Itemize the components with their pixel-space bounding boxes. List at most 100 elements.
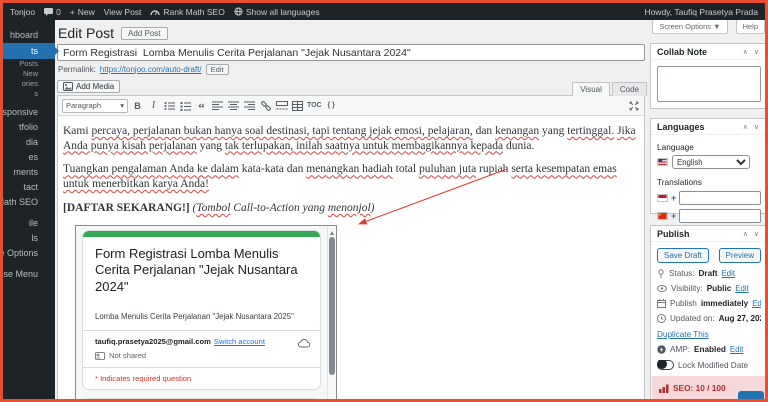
language-select[interactable]: English (672, 155, 750, 169)
amp-label: AMP: (670, 345, 690, 354)
switch-account-link[interactable]: Switch account (214, 337, 265, 346)
publish-button[interactable] (738, 391, 764, 402)
sidebar-item-tags[interactable]: s (3, 89, 55, 99)
publish-title: Publish (657, 229, 690, 239)
sidebar-item-profile[interactable]: ile (3, 216, 55, 231)
sidebar-item-media[interactable]: dia (3, 135, 55, 150)
sidebar-item-contact[interactable]: tact (3, 180, 55, 195)
seo-chart-icon (659, 384, 669, 393)
bulleted-list-button[interactable] (163, 100, 176, 112)
align-left-button[interactable] (211, 100, 224, 112)
us-flag-icon (657, 158, 668, 166)
google-form-page: Form Registrasi Lomba Menulis Cerita Per… (76, 226, 327, 402)
read-more-tag-button[interactable] (275, 100, 288, 112)
screen-options-label: Screen Options (659, 22, 711, 31)
form-scrollbar[interactable] (327, 226, 336, 402)
tab-code[interactable]: Code (612, 82, 647, 96)
translation-input[interactable] (679, 191, 761, 205)
china-flag-icon (657, 212, 668, 220)
preview-button[interactable]: Preview (719, 248, 761, 263)
gauge-icon (150, 8, 160, 16)
sidebar-item-tools[interactable]: ls (3, 231, 55, 246)
screen-options-button[interactable]: Screen Options ▼ (652, 20, 727, 34)
editor-content[interactable]: Kami percaya, perjalanan bukan hanya soa… (58, 116, 644, 402)
eye-icon (657, 285, 667, 292)
scrollbar-thumb[interactable] (329, 237, 335, 375)
add-media-button[interactable]: Add Media (57, 80, 120, 93)
sidebar-item-add-new[interactable]: New (3, 69, 55, 79)
site-name-menu[interactable]: Tonjoo (10, 7, 35, 17)
translation-input[interactable] (679, 209, 761, 223)
languages-menu[interactable]: Show all languages (234, 7, 320, 17)
sidebar-item-label: dia (26, 135, 38, 150)
help-button[interactable]: Help (736, 20, 765, 34)
indonesia-flag-icon (657, 194, 668, 202)
sidebar-item-comments[interactable]: ments (3, 165, 55, 180)
table-button[interactable] (291, 100, 304, 112)
blockquote-button[interactable]: “ (195, 102, 208, 114)
languages-title: Languages (657, 122, 705, 132)
sidebar-item-label: ile (29, 216, 38, 231)
edit-amp-link[interactable]: Edit (730, 345, 743, 354)
panel-toggle-icons[interactable]: ∧ ∨ (743, 230, 761, 238)
tab-visual[interactable]: Visual (572, 82, 610, 96)
permalink-edit-button[interactable]: Edit (206, 64, 229, 75)
edit-status-link[interactable]: Edit (722, 269, 735, 278)
duplicate-this-link[interactable]: Duplicate This (657, 330, 709, 339)
scrollbar-up-arrow[interactable] (328, 226, 336, 236)
numbered-list-button[interactable] (179, 100, 192, 112)
edit-visibility-link[interactable]: Edit (735, 284, 748, 293)
insert-link-button[interactable] (259, 100, 272, 112)
sidebar-item-responsive[interactable]: s Responsive (3, 105, 55, 120)
align-right-button[interactable] (243, 100, 256, 112)
panel-toggle-icons[interactable]: ∧ ∨ (743, 48, 761, 56)
sidebar-item-portfolio[interactable]: tfolio (3, 120, 55, 135)
clock-icon (657, 314, 666, 323)
sidebar-item-pages[interactable]: es (3, 150, 55, 165)
howdy-account-menu[interactable]: Howdy, Taufiq Prasetya Prada (644, 7, 758, 17)
add-media-label: Add Media (76, 82, 114, 91)
fullscreen-button[interactable] (627, 100, 640, 112)
sidebar-item-categories[interactable]: ories (3, 79, 55, 89)
add-translation-button[interactable]: + (671, 211, 676, 221)
permalink-link[interactable]: https://tonjoo.com/auto-draft/ (100, 65, 202, 74)
sidebar-item-collapse-menu[interactable]: apse Menu (3, 267, 55, 282)
save-draft-button[interactable]: Save Draft (657, 248, 709, 263)
body-paragraph: Kami percaya, perjalanan bukan hanya soa… (63, 124, 638, 153)
toc-button[interactable]: TOC (307, 100, 322, 112)
collab-note-textarea[interactable] (657, 66, 761, 102)
plus-icon: + (70, 7, 75, 17)
add-translation-button[interactable]: + (671, 193, 676, 203)
admin-bar: Tonjoo 0 + New View Post Rank Math SEO S… (3, 3, 765, 20)
post-title-input[interactable] (57, 44, 645, 61)
sidebar-item-all-posts[interactable]: Posts (3, 59, 55, 69)
collab-note-title: Collab Note (657, 47, 707, 57)
sidebar-item-label: ories (22, 79, 38, 89)
permalink-row: Permalink: https://tonjoo.com/auto-draft… (58, 64, 647, 74)
align-center-button[interactable] (227, 100, 240, 112)
bold-button[interactable]: B (131, 100, 144, 112)
page-title: Edit Post (58, 25, 114, 41)
add-post-button[interactable]: Add Post (121, 27, 167, 40)
sidebar-item-theme-options[interactable]: me Options (3, 246, 55, 261)
format-dropdown[interactable]: Paragraph ▾ (62, 99, 128, 113)
sidebar-item-rank-math-seo[interactable]: k Math SEO (3, 195, 55, 210)
calendar-icon (657, 299, 666, 308)
new-menu[interactable]: + New (70, 7, 95, 17)
sidebar-item-posts[interactable]: ts (3, 43, 55, 59)
panel-toggle-icons[interactable]: ∧ ∨ (743, 123, 761, 131)
sidebar-item-label: s (34, 89, 38, 99)
google-form-embed[interactable]: Form Registrasi Lomba Menulis Cerita Per… (75, 225, 337, 402)
edit-schedule-link[interactable]: Edit (752, 299, 761, 308)
comment-bubble-icon (44, 8, 53, 16)
form-question-card: Name * Your answer (82, 398, 321, 402)
comments-menu[interactable]: 0 (44, 7, 61, 17)
view-post-menu[interactable]: View Post (104, 7, 142, 17)
format-dropdown-label: Paragraph (66, 101, 101, 110)
sidebar-item-dashboard[interactable]: hboard (3, 28, 55, 43)
lock-modified-date-toggle[interactable] (657, 360, 674, 370)
code-button[interactable]: { } (325, 100, 338, 112)
italic-button[interactable]: I (147, 100, 160, 112)
rank-math-menu[interactable]: Rank Math SEO (150, 7, 224, 17)
screen-meta: Screen Options ▼ Help (652, 20, 765, 34)
